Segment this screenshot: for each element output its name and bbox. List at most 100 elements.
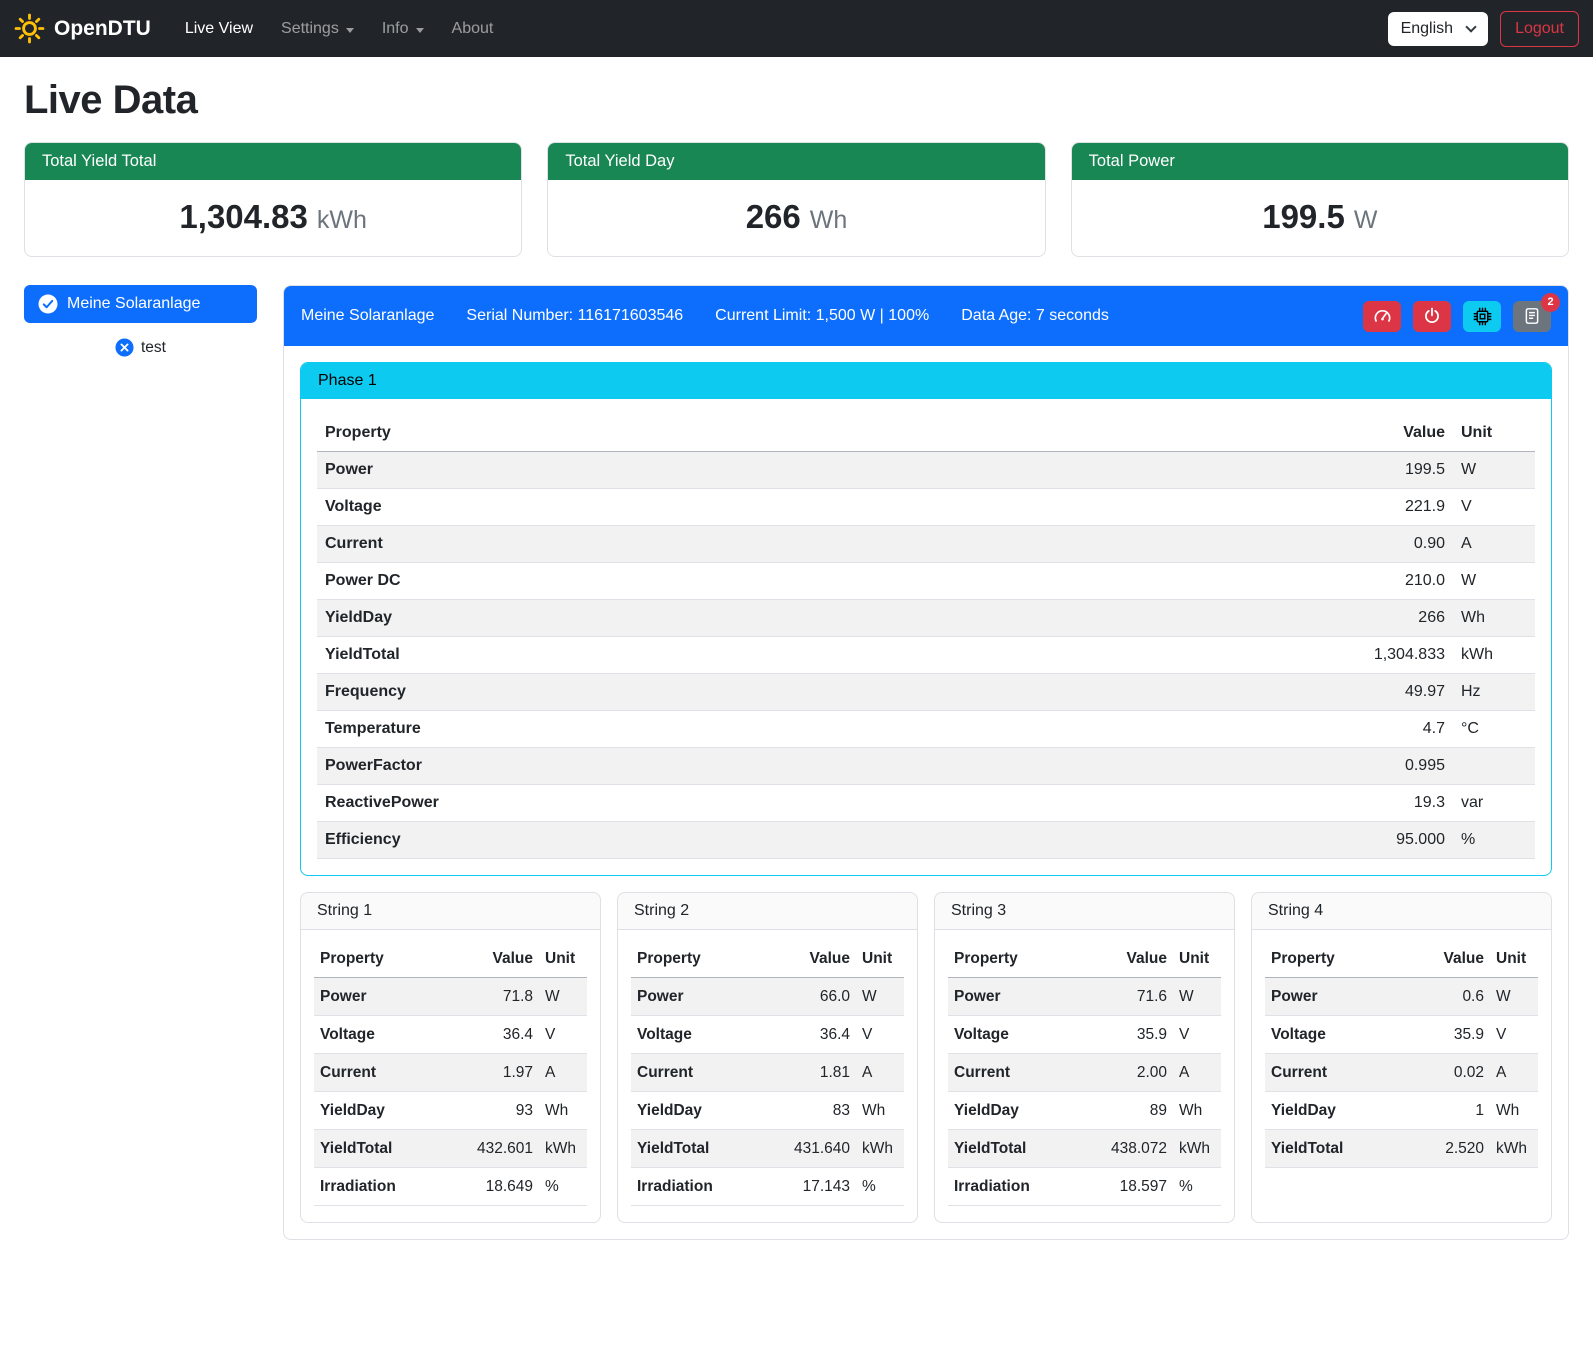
property-cell: ReactivePower bbox=[317, 785, 997, 822]
inverter-select-label: Meine Solaranlage bbox=[67, 295, 200, 313]
table-header-row: Property Value Unit bbox=[1265, 940, 1538, 978]
value-cell: 17.143 bbox=[758, 1168, 856, 1206]
table-row: Frequency 49.97 Hz bbox=[317, 674, 1535, 711]
value-cell: 18.597 bbox=[1075, 1168, 1173, 1206]
table-row: Irradiation 18.649 % bbox=[314, 1168, 587, 1206]
table-row: Irradiation 17.143 % bbox=[631, 1168, 904, 1206]
nav-item-about[interactable]: About bbox=[444, 12, 502, 46]
unit-cell: W bbox=[1453, 563, 1535, 600]
property-cell: Voltage bbox=[1265, 1016, 1404, 1054]
string-card-title: String 4 bbox=[1252, 893, 1551, 930]
table-row: YieldDay 1 Wh bbox=[1265, 1092, 1538, 1130]
nav-item-live-view[interactable]: Live View bbox=[177, 12, 261, 46]
property-cell: Current bbox=[317, 526, 997, 563]
property-cell: Irradiation bbox=[631, 1168, 758, 1206]
value-cell: 18.649 bbox=[441, 1168, 539, 1206]
event-log-button[interactable]: 2 bbox=[1513, 301, 1551, 332]
speedometer-icon bbox=[1373, 307, 1392, 326]
column-header-property: Property bbox=[948, 940, 1075, 978]
value-cell: 95.000 bbox=[997, 822, 1453, 859]
nav-item-label: Settings bbox=[281, 20, 339, 38]
unit-cell: W bbox=[1490, 978, 1538, 1016]
table-row: YieldDay 83 Wh bbox=[631, 1092, 904, 1130]
unit-cell: Wh bbox=[539, 1092, 587, 1130]
logout-button[interactable]: Logout bbox=[1500, 11, 1579, 47]
value-cell: 66.0 bbox=[758, 978, 856, 1016]
inverter-name: Meine Solaranlage bbox=[301, 307, 434, 325]
unit-cell: V bbox=[856, 1016, 904, 1054]
unit-cell: kWh bbox=[539, 1130, 587, 1168]
unit-cell: kWh bbox=[1490, 1130, 1538, 1168]
cpu-chip-icon bbox=[1473, 307, 1492, 326]
page-title: Live Data bbox=[24, 78, 1569, 123]
table-row: Temperature 4.7 °C bbox=[317, 711, 1535, 748]
language-select[interactable]: English bbox=[1388, 12, 1488, 46]
property-cell: YieldDay bbox=[317, 600, 997, 637]
table-row: Power 0.6 W bbox=[1265, 978, 1538, 1016]
nav-item-info[interactable]: Info bbox=[374, 12, 432, 46]
table-row: YieldTotal 2.520 kWh bbox=[1265, 1130, 1538, 1168]
column-header-unit: Unit bbox=[1490, 940, 1538, 978]
inverter-select-button[interactable]: Meine Solaranlage bbox=[24, 285, 257, 323]
property-cell: Irradiation bbox=[948, 1168, 1075, 1206]
phase-table: Property Value Unit Power bbox=[317, 415, 1535, 859]
unit-cell: A bbox=[1453, 526, 1535, 563]
value-cell: 2.520 bbox=[1404, 1130, 1490, 1168]
column-header-value: Value bbox=[1075, 940, 1173, 978]
table-row: YieldTotal 431.640 kWh bbox=[631, 1130, 904, 1168]
value-cell: 36.4 bbox=[441, 1016, 539, 1054]
brand[interactable]: OpenDTU bbox=[14, 13, 151, 44]
column-header-unit: Unit bbox=[1173, 940, 1221, 978]
strings-row: String 1 Property Value Unit bbox=[300, 892, 1552, 1223]
power-button[interactable] bbox=[1413, 301, 1451, 332]
unit-cell: V bbox=[1173, 1016, 1221, 1054]
summary-card-value: 266 bbox=[746, 198, 801, 235]
unit-cell: A bbox=[539, 1054, 587, 1092]
unit-cell: Hz bbox=[1453, 674, 1535, 711]
table-row: Power 199.5 W bbox=[317, 452, 1535, 489]
table-row: ReactivePower 19.3 var bbox=[317, 785, 1535, 822]
unit-cell: V bbox=[539, 1016, 587, 1054]
column-header-value: Value bbox=[1404, 940, 1490, 978]
limit-settings-button[interactable] bbox=[1363, 301, 1401, 332]
value-cell: 35.9 bbox=[1404, 1016, 1490, 1054]
property-cell: YieldDay bbox=[314, 1092, 441, 1130]
language-select-value: English bbox=[1401, 20, 1453, 38]
value-cell: 266 bbox=[997, 600, 1453, 637]
property-cell: Voltage bbox=[317, 489, 997, 526]
table-row: Voltage 221.9 V bbox=[317, 489, 1535, 526]
property-cell: Current bbox=[1265, 1054, 1404, 1092]
value-cell: 0.6 bbox=[1404, 978, 1490, 1016]
value-cell: 1,304.833 bbox=[997, 637, 1453, 674]
column-header-value: Value bbox=[997, 415, 1453, 452]
unit-cell: kWh bbox=[856, 1130, 904, 1168]
event-count-badge: 2 bbox=[1541, 293, 1560, 312]
device-info-button[interactable] bbox=[1463, 301, 1501, 332]
journal-text-icon bbox=[1523, 307, 1541, 325]
unit-cell: A bbox=[856, 1054, 904, 1092]
power-icon bbox=[1423, 307, 1441, 325]
sidebar-item-test[interactable]: test bbox=[24, 338, 257, 357]
unit-cell: % bbox=[1453, 822, 1535, 859]
string-3-card: String 3 Property Value Unit bbox=[934, 892, 1235, 1223]
nav-item-label: Info bbox=[382, 20, 409, 38]
property-cell: YieldDay bbox=[948, 1092, 1075, 1130]
value-cell: 210.0 bbox=[997, 563, 1453, 600]
unit-cell: °C bbox=[1453, 711, 1535, 748]
table-row: Current 1.81 A bbox=[631, 1054, 904, 1092]
card-total-yield-total: Total Yield Total 1,304.83kWh bbox=[24, 142, 522, 257]
sun-logo-icon bbox=[14, 13, 45, 44]
property-cell: YieldDay bbox=[1265, 1092, 1404, 1130]
table-row: YieldTotal 432.601 kWh bbox=[314, 1130, 587, 1168]
string-2-card: String 2 Property Value Unit bbox=[617, 892, 918, 1223]
value-cell: 93 bbox=[441, 1092, 539, 1130]
unit-cell: W bbox=[1453, 452, 1535, 489]
table-row: YieldTotal 438.072 kWh bbox=[948, 1130, 1221, 1168]
value-cell: 36.4 bbox=[758, 1016, 856, 1054]
nav-item-settings[interactable]: Settings bbox=[273, 12, 362, 46]
card-total-yield-day: Total Yield Day 266Wh bbox=[547, 142, 1045, 257]
inverter-sidebar: Meine Solaranlage test bbox=[24, 285, 257, 357]
column-header-unit: Unit bbox=[856, 940, 904, 978]
string-1-table: Property Value Unit Power bbox=[314, 940, 587, 1206]
x-circle-icon[interactable] bbox=[115, 338, 134, 357]
